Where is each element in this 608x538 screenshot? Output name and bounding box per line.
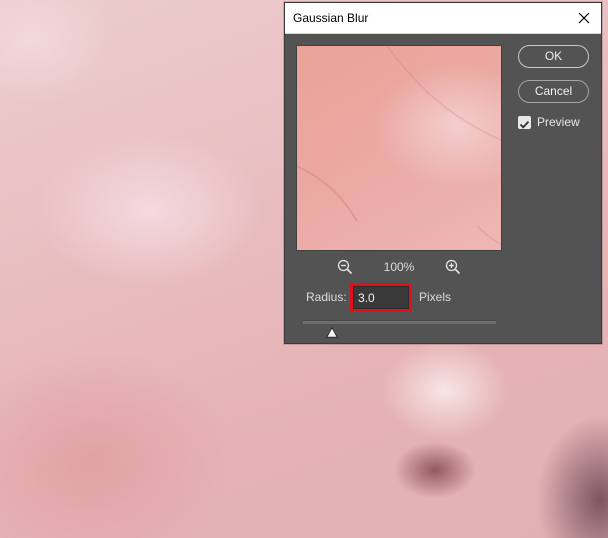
preview-checkbox[interactable] — [518, 116, 531, 129]
preview-label: Preview — [537, 115, 580, 129]
dialog-title: Gaussian Blur — [293, 11, 369, 25]
preview-window[interactable] — [296, 45, 502, 251]
checkmark-icon — [519, 120, 530, 129]
close-button[interactable] — [573, 7, 595, 29]
gaussian-blur-dialog: Gaussian Blur OK Cancel Preview 100% Rad… — [284, 2, 602, 344]
slider-thumb-icon — [326, 326, 338, 338]
ok-button[interactable]: OK — [518, 45, 589, 68]
close-icon — [578, 12, 590, 24]
dialog-titlebar[interactable]: Gaussian Blur — [285, 3, 601, 34]
cancel-button[interactable]: Cancel — [518, 80, 589, 103]
radius-unit-label: Pixels — [419, 290, 452, 304]
zoom-out-icon — [337, 259, 353, 275]
radius-label: Radius: — [306, 290, 347, 304]
zoom-out-button[interactable] — [337, 259, 353, 275]
radius-slider-thumb[interactable] — [326, 323, 338, 338]
radius-input[interactable] — [353, 286, 409, 309]
zoom-in-icon — [445, 259, 461, 275]
zoom-in-button[interactable] — [445, 259, 461, 275]
zoom-level: 100% — [383, 260, 415, 274]
